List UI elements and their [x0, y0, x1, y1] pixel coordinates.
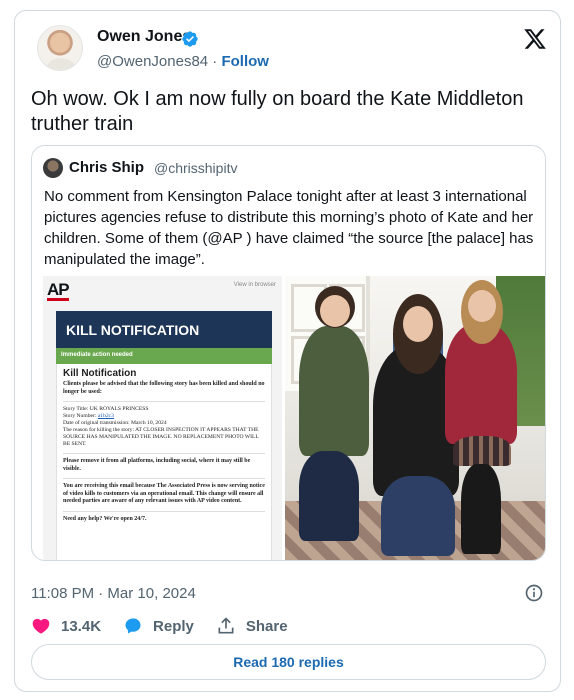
- view-in-browser-link: View in browser: [233, 282, 276, 288]
- kill-notification-intro: Clients please be advised that the follo…: [63, 381, 265, 395]
- girl-head: [461, 280, 503, 344]
- divider: [63, 401, 265, 402]
- share-button[interactable]: Share: [216, 616, 288, 636]
- reply-label: Reply: [153, 617, 194, 635]
- quoted-author-handle: @chrisshipitv: [154, 160, 238, 176]
- share-label: Share: [245, 617, 288, 635]
- kill-reason: The reason for killing the story: AT CLO…: [63, 427, 259, 447]
- verified-badge-icon: [182, 31, 198, 47]
- divider: [63, 453, 265, 454]
- author-avatar[interactable]: [37, 25, 83, 71]
- tweet-card: Owen Jones @OwenJones84 · Follow Oh wow.…: [14, 10, 561, 692]
- boy-in-green-sweater: [299, 326, 369, 456]
- girl-plaid-skirt: [453, 436, 511, 466]
- divider: [63, 510, 265, 512]
- story-title: Story Title: UK ROYALS PRINCESS: [63, 406, 149, 412]
- ap-kill-notification-image[interactable]: AP View in browser KILL NOTIFICATION Imm…: [43, 276, 282, 560]
- like-count: 13.4K: [61, 617, 102, 635]
- quoted-tweet-text: No comment from Kensington Palace tonigh…: [44, 188, 534, 268]
- kill-notification-banner-title: KILL NOTIFICATION: [66, 322, 200, 338]
- kill-notification-heading: Kill Notification: [63, 368, 137, 379]
- info-icon[interactable]: [524, 583, 544, 603]
- girl-tights: [461, 464, 501, 554]
- tweet-text: Oh wow. Ok I am now fully on board the K…: [31, 88, 524, 135]
- woman-jeans: [381, 476, 455, 556]
- original-date: Date of original transmission: March 10,…: [63, 420, 167, 426]
- author-handle[interactable]: @OwenJones84: [97, 53, 208, 70]
- story-number-link: a1b2c3: [97, 413, 114, 419]
- like-button[interactable]: 13.4K: [31, 616, 101, 636]
- ap-logo: AP: [47, 280, 70, 299]
- action-bar: 13.4K Reply Share: [31, 616, 310, 636]
- author-name[interactable]: Owen Jones: [97, 28, 191, 46]
- reply-button[interactable]: Reply: [123, 616, 194, 636]
- read-replies-button[interactable]: Read 180 replies: [31, 644, 546, 680]
- quoted-author-avatar: [43, 158, 63, 178]
- x-logo-icon[interactable]: [523, 27, 547, 51]
- story-number-line: Story Number: a1b2c3: [63, 413, 265, 420]
- share-icon: [218, 617, 234, 634]
- kill-notification-body: Kill Notification Clients please be advi…: [56, 364, 272, 560]
- follow-button[interactable]: Follow: [221, 53, 269, 70]
- quoted-tweet[interactable]: Chris Ship @chrisshipitv No comment from…: [31, 145, 546, 561]
- story-number-label: Story Number:: [63, 413, 97, 419]
- divider: [63, 478, 265, 479]
- separator-dot: ·: [212, 53, 218, 70]
- family-photo[interactable]: [285, 276, 545, 560]
- story-details: Story Title: UK ROYALS PRINCESS Story Nu…: [63, 406, 265, 448]
- quoted-media[interactable]: AP View in browser KILL NOTIFICATION Imm…: [43, 276, 545, 560]
- kill-notification-banner: KILL NOTIFICATION: [56, 311, 272, 348]
- help-note: Need any help? We're open 24/7.: [63, 515, 147, 522]
- boy-jeans: [299, 451, 359, 541]
- ap-logo-underline: [47, 298, 69, 301]
- remove-note: Please remove it from all platforms, inc…: [63, 458, 251, 472]
- boy-head: [315, 286, 355, 328]
- author-handle-row: @OwenJones84 · Follow: [97, 53, 269, 70]
- action-needed-text: Immediate action needed: [61, 352, 133, 358]
- heart-icon: [32, 618, 50, 634]
- woman-head: [393, 294, 443, 374]
- reply-bubble-icon: [125, 618, 141, 634]
- quoted-author-name: Chris Ship: [69, 159, 145, 176]
- action-needed-bar: Immediate action needed: [56, 348, 272, 364]
- receiving-note: You are receiving this email because The…: [63, 483, 265, 504]
- tweet-timestamp[interactable]: 11:08 PM · Mar 10, 2024: [31, 585, 196, 602]
